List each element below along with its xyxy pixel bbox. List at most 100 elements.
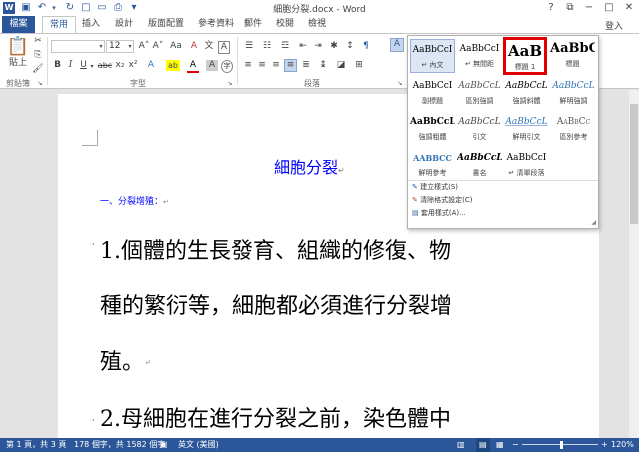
shading-icon[interactable]: ◪ (334, 60, 348, 71)
font-color-button[interactable]: A (187, 60, 199, 73)
page-count[interactable]: 第 1 頁，共 3 頁 (6, 438, 66, 452)
character-shading-button[interactable]: A (206, 60, 218, 71)
paste-icon[interactable]: 📋 (6, 36, 30, 58)
multilevel-list-icon[interactable]: ☲ (278, 41, 292, 52)
bold-button[interactable]: B (52, 60, 63, 71)
style-heading-1[interactable]: AaB 標題 1 (503, 37, 547, 75)
font-name-dropdown-icon[interactable]: ▾ (97, 41, 105, 52)
zoom-in-button[interactable]: + (601, 438, 608, 452)
scrollbar-thumb[interactable] (630, 104, 638, 224)
phonetic-guide-icon[interactable]: 文 (203, 41, 215, 52)
resize-grip-icon[interactable]: ◢ (591, 219, 596, 226)
style-list-paragraph[interactable]: AaBbCcI ↵ 清單段落 (504, 148, 549, 182)
grow-font-button[interactable]: A˄ (138, 41, 150, 52)
distributed-icon[interactable]: ≣ (300, 60, 312, 71)
list-bullet-mark: · (92, 416, 95, 425)
align-center-icon[interactable]: ≡ (256, 60, 268, 71)
cut-icon[interactable]: ✂ (32, 36, 44, 47)
shrink-font-button[interactable]: A˅ (152, 41, 164, 52)
sort-icon[interactable]: ↕ (344, 41, 356, 52)
strikethrough-button[interactable]: abc (97, 60, 113, 71)
zoom-slider-thumb[interactable] (560, 441, 563, 449)
character-border-icon[interactable]: A (218, 41, 230, 54)
tab-layout[interactable]: 版面配置 (141, 16, 191, 33)
show-marks-icon[interactable]: ¶ (360, 41, 372, 52)
increase-indent-icon[interactable]: ⇥ (312, 41, 324, 52)
style-quote[interactable]: AaBbCcL 引文 (457, 112, 502, 146)
tab-home[interactable]: 常用 (42, 16, 77, 33)
style-normal[interactable]: AaBbCcI ↵ 內文 (410, 39, 455, 73)
decrease-indent-icon[interactable]: ⇤ (297, 41, 309, 52)
doc-para-1-line-2: 種的繁衍等，細胞都必須進行分裂增 (100, 294, 453, 319)
word-count[interactable]: 178 個字，共 1582 個字 (74, 438, 165, 452)
font-group-label: 字型 (130, 79, 146, 88)
maximize-icon[interactable]: □ (599, 0, 619, 16)
tab-insert[interactable]: 插入 (75, 16, 107, 33)
bullets-icon[interactable]: ☰ (242, 41, 256, 52)
zoom-level[interactable]: 120% (611, 438, 634, 452)
underline-dropdown-icon[interactable]: ▾ (89, 61, 95, 72)
apply-styles-command[interactable]: ▤ 套用樣式(A)... (412, 208, 466, 219)
style-subtitle[interactable]: AaBbCcI 副標題 (410, 76, 455, 110)
minimize-icon[interactable]: − (579, 0, 599, 16)
borders-icon[interactable]: ⊞ (352, 60, 366, 71)
italic-button[interactable]: I (65, 60, 76, 71)
clear-formatting-command[interactable]: ✎ 清除格式設定(C) (412, 195, 472, 206)
align-right-icon[interactable]: ≡ (270, 60, 282, 71)
style-book-title[interactable]: AaBbCcL 書名 (457, 148, 502, 182)
font-size-dropdown-icon[interactable]: ▾ (126, 41, 134, 52)
paragraph-group-label: 段落 (304, 79, 320, 88)
text-effects-button[interactable]: A (145, 60, 157, 71)
tab-references[interactable]: 參考資料 (191, 16, 241, 33)
zoom-out-button[interactable]: − (512, 438, 519, 452)
style-intense-emphasis[interactable]: AaBbCcL 鮮明強調 (551, 76, 596, 110)
style-subtle-reference[interactable]: AaBbCc 區別參考 (551, 112, 596, 146)
paragraph-launcher-icon[interactable]: ↘ (396, 78, 404, 89)
print-layout-icon[interactable]: ▤ (476, 438, 490, 452)
copy-icon[interactable]: ⎘ (32, 50, 44, 61)
separator (237, 37, 238, 85)
separator (47, 37, 48, 85)
styles-group-peek[interactable]: A (390, 38, 404, 52)
format-painter-icon[interactable]: 🖌 (32, 64, 44, 75)
style-strong[interactable]: AaBbCcL 強調粗體 (410, 112, 455, 146)
justify-icon[interactable]: ≡ (284, 59, 297, 72)
style-subtle-emphasis[interactable]: AaBbCcL 區別強調 (457, 76, 502, 110)
create-style-command[interactable]: ✎ 建立樣式(S) (412, 182, 458, 193)
enclose-characters-icon[interactable]: 字 (221, 60, 233, 73)
chinese-layout-icon[interactable]: ✱ (328, 41, 340, 52)
ribbon-display-icon[interactable]: ⧉ (560, 0, 580, 16)
align-left-icon[interactable]: ≡ (242, 60, 254, 71)
clear-formatting-button[interactable]: A (188, 41, 200, 52)
line-spacing-icon[interactable]: ↨ (316, 60, 330, 71)
status-bar: 第 1 頁，共 3 頁 178 個字，共 1582 個字 ▣ 英文 (美國) ▥… (0, 438, 639, 452)
style-emphasis[interactable]: AaBbCcL 強調斜體 (504, 76, 549, 110)
doc-para-2-line-1: 2.母細胞在進行分裂之前，染色體中 (100, 407, 451, 432)
underline-button[interactable]: U (78, 60, 89, 71)
tab-design[interactable]: 設計 (108, 16, 140, 33)
style-no-spacing[interactable]: AaBbCcI ↵ 無間距 (457, 39, 502, 73)
superscript-button[interactable]: x² (127, 60, 139, 71)
style-intense-reference[interactable]: AABBCC 鮮明參考 (410, 148, 455, 182)
tab-file[interactable]: 檔案 (2, 16, 35, 33)
subscript-button[interactable]: x₂ (114, 60, 126, 71)
help-button[interactable]: ? (541, 0, 561, 16)
doc-para-1-line-3: 殖。↵ (100, 350, 151, 375)
proofing-icon[interactable]: ▣ (160, 438, 168, 452)
sign-in-link[interactable]: 登入 (605, 19, 623, 32)
language-indicator[interactable]: 英文 (美國) (178, 438, 219, 452)
style-intense-quote[interactable]: AaBbCcL 鮮明引文 (504, 112, 549, 146)
tab-mailings[interactable]: 郵件 (237, 16, 269, 33)
change-case-button[interactable]: Aa (168, 41, 184, 52)
numbering-icon[interactable]: ☷ (260, 41, 274, 52)
paste-label[interactable]: 貼上 (4, 58, 32, 69)
web-layout-icon[interactable]: ▦ (496, 438, 504, 452)
clipboard-launcher-icon[interactable]: ↘ (36, 78, 44, 89)
style-title[interactable]: AaBbC 標題 (550, 39, 595, 73)
read-mode-icon[interactable]: ▥ (457, 438, 465, 452)
highlight-button[interactable]: ab (166, 60, 180, 71)
close-icon[interactable]: ✕ (619, 0, 639, 16)
tab-review[interactable]: 校閱 (269, 16, 301, 33)
tab-view[interactable]: 檢視 (301, 16, 333, 33)
font-launcher-icon[interactable]: ↘ (226, 78, 234, 89)
